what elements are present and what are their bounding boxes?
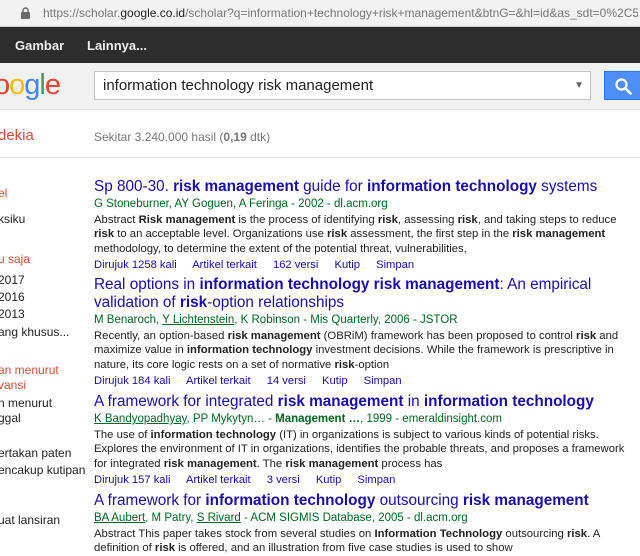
result-snippet: Recently, an option-based risk managemen… [94,330,619,371]
gbar-images-link[interactable]: Gambar [15,38,64,53]
save-link[interactable]: Simpan [376,259,414,271]
result-authors: K Bandyopadhyay, PP Mykytyn… - Managemen… [94,413,503,425]
result-authors: BA Aubert, M Patry, S Rivard - ACM SIGMI… [94,512,468,524]
scholar-brand[interactable]: dekia [0,127,34,144]
search-input[interactable] [95,72,573,99]
sidebar-item[interactable]: encakup kutipan [0,463,85,477]
save-link[interactable]: Simpan [357,474,395,486]
result-item: Sp 800-30. risk management guide for inf… [94,178,634,273]
save-link[interactable]: Simpan [364,375,402,387]
sidebar-item[interactable]: an menurut [0,363,59,377]
sidebar-item[interactable]: el [0,186,7,200]
result-authors: M Benaroch, Y Lichtenstein, K Robinson -… [94,314,458,326]
search-header: oogle ▼ [0,63,640,110]
result-authors: G Stoneburner, AY Goguen, A Feringa - 20… [94,198,388,210]
related-articles-link[interactable]: Artikel terkait [186,474,251,486]
result-item: A framework for information technology o… [94,492,634,556]
versions-link[interactable]: 162 versi [273,259,318,271]
lock-icon [21,7,30,19]
sidebar-item[interactable]: n menurut [0,396,52,410]
search-button[interactable] [604,71,640,100]
divider [0,157,640,158]
versions-link[interactable]: 14 versi [267,375,306,387]
result-snippet: The use of information technology (IT) i… [94,429,625,470]
related-articles-link[interactable]: Artikel terkait [186,375,251,387]
url-text[interactable]: https://scholar.google.co.id/scholar?q=i… [43,6,638,20]
result-stats: Sekitar 3.240.000 hasil (0,19 dtk) [94,130,271,144]
sidebar-item[interactable]: 2017 [0,273,25,287]
sidebar-item[interactable]: 2016 [0,290,25,304]
result-snippet: Abstract Risk management is the process … [94,214,617,255]
result-title-link[interactable]: Real options in information technology r… [94,276,634,312]
google-bar: Gambar Lainnya... [0,27,640,63]
sidebar-item[interactable]: ggal [0,411,21,425]
gbar-more-link[interactable]: Lainnya... [87,38,147,53]
result-item: Real options in information technology r… [94,276,634,389]
cite-link[interactable]: Kutip [316,474,342,486]
sidebar-item[interactable]: uat lansiran [0,513,60,527]
cited-by-link[interactable]: Dirujuk 1258 kali [94,259,177,271]
sidebar-item[interactable]: ksiku [0,212,25,226]
result-title-link[interactable]: A framework for integrated risk manageme… [94,393,634,411]
cited-by-link[interactable]: Dirujuk 157 kali [94,474,170,486]
sidebar-item[interactable]: vansi [0,378,26,392]
related-articles-link[interactable]: Artikel terkait [192,259,257,271]
sidebar-item[interactable]: ang khusus... [0,325,69,339]
browser-address-bar[interactable]: https://scholar.google.co.id/scholar?q=i… [0,0,640,27]
result-title-link[interactable]: Sp 800-30. risk management guide for inf… [94,178,634,196]
search-box[interactable]: ▼ [94,71,591,100]
result-title-link[interactable]: A framework for information technology o… [94,492,634,510]
search-icon [615,78,632,95]
result-snippet: Abstract This paper takes stock from sev… [94,528,600,555]
cited-by-link[interactable]: Dirujuk 184 kali [94,375,170,387]
cite-link[interactable]: Kutip [322,375,348,387]
versions-link[interactable]: 3 versi [267,474,300,486]
cite-link[interactable]: Kutip [335,259,361,271]
result-links: Dirujuk 157 kali Artikel terkait 3 versi… [94,473,634,488]
result-links: Dirujuk 1258 kali Artikel terkait 162 ve… [94,258,634,273]
result-item: A framework for integrated risk manageme… [94,393,634,488]
sidebar-item[interactable]: u saja [0,252,30,266]
google-logo[interactable]: oogle [0,69,61,102]
dropdown-arrow-icon[interactable]: ▼ [574,80,584,91]
sidebar-item[interactable]: ertakan paten [0,446,71,460]
sidebar-item[interactable]: 2013 [0,307,25,321]
result-links: Dirujuk 184 kali Artikel terkait 14 vers… [94,374,634,389]
